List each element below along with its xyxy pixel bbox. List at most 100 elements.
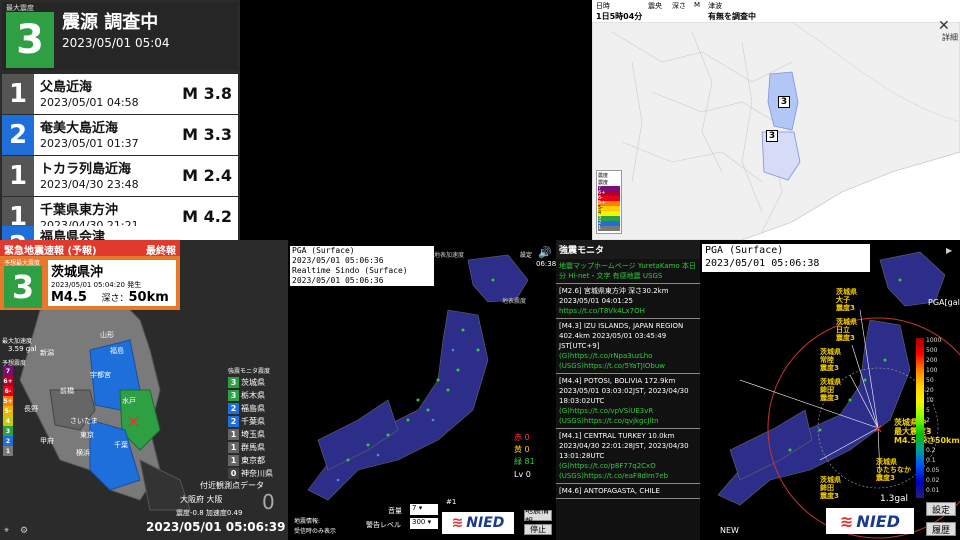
header-epicenter-label: 震央 bbox=[648, 2, 662, 10]
city-label: 横浜 bbox=[76, 449, 90, 457]
city-label: 宇都宮 bbox=[90, 371, 111, 379]
legend-title: 震度 bbox=[598, 180, 609, 186]
station-callout: 茨城県 大子 震度3 bbox=[836, 288, 857, 312]
history-item[interactable]: 2 福島県会津 bbox=[2, 226, 238, 240]
city-label: 新潟 bbox=[40, 349, 54, 357]
play-icon[interactable]: ▶ bbox=[946, 246, 952, 255]
intensity-legend: 震度 震度 7 6+ 6- 5+ 5- 4 3 2 1 bbox=[596, 170, 622, 234]
kyoshin-monitor-panel: PGA (Surface) 2023/05/01 05:06:36 Realti… bbox=[288, 240, 556, 540]
pga-max-value: 1.3gal bbox=[880, 494, 909, 504]
feed-item-link[interactable]: (G)https://t.co/rNpa3uzLho bbox=[559, 351, 697, 361]
feed-item[interactable]: [M4.3] IZU ISLANDS, JAPAN REGION 402.4km… bbox=[556, 319, 700, 374]
pref-intensity: 2 bbox=[228, 402, 239, 414]
history-item[interactable]: 1 父島近海 2023/05/01 04:58 M 3.8 bbox=[2, 74, 238, 114]
history-region: 福島県会津 bbox=[40, 230, 106, 240]
feed-item-link[interactable]: (USGS)https://t.co/eaF8dIm7eb bbox=[559, 471, 697, 481]
map-header: 日時 震央 深さ M 津波 1日5時04分 有無を調査中 bbox=[592, 0, 960, 22]
scale-tick: 100 bbox=[926, 367, 938, 374]
scale-tick: 0.5 bbox=[926, 437, 936, 444]
intensity-marker[interactable]: 3 bbox=[778, 96, 790, 108]
nearby-station-detail: 震度-0.8 加速度0.49 bbox=[176, 509, 243, 517]
stop-button[interactable]: 停止 bbox=[524, 524, 552, 535]
svg-text:✕: ✕ bbox=[873, 422, 883, 436]
scale-tick: 0.2 bbox=[926, 447, 936, 454]
city-label: 山形 bbox=[100, 331, 114, 339]
pga-color-scale bbox=[916, 338, 924, 498]
monitor-sindo-label: Realtime Sindo (Surface) bbox=[292, 266, 408, 275]
eew-summary: 予想最大震度 3 茨城県沖 2023/05/01 05:04:20 発生 M4.… bbox=[0, 256, 180, 310]
earthquake-list-panel: 最大震度 3 震源 調査中 2023/05/01 05:04 1 父島近海 20… bbox=[0, 0, 240, 240]
city-label: 甲府 bbox=[40, 437, 54, 445]
history-magnitude: M 3.8 bbox=[182, 84, 232, 103]
history-magnitude: M 2.4 bbox=[182, 166, 232, 185]
pga-label: PGA (Surface) bbox=[705, 245, 784, 256]
location-icon[interactable]: ⌖ bbox=[4, 526, 9, 536]
history-intensity: 1 bbox=[2, 156, 34, 196]
count-yellow: 黄 0 bbox=[514, 445, 530, 454]
feed-item-link[interactable]: (USGS)https://t.co/5YaTJIObuw bbox=[559, 361, 697, 371]
pref-name: 茨城県 bbox=[241, 377, 265, 387]
city-label: さいたま bbox=[70, 417, 98, 425]
history-item[interactable]: 1 トカラ列島近海 2023/04/30 23:48 M 2.4 bbox=[2, 156, 238, 196]
scale-level: 3 bbox=[3, 426, 13, 436]
alert-level-select[interactable]: 300 ▾ bbox=[410, 518, 438, 529]
speaker-icon[interactable]: 🔊 bbox=[538, 246, 552, 259]
pref-name: 福島県 bbox=[241, 403, 265, 413]
feed-item[interactable]: [M4.4] POTOSI, BOLIVIA 172.9km 2023/05/0… bbox=[556, 374, 700, 429]
volume-label: 音量 bbox=[388, 507, 402, 515]
station-callout: 茨城県 ひたちなか 震度3 bbox=[876, 458, 911, 482]
volume-select[interactable]: 7 ▾ bbox=[410, 504, 438, 515]
eew-panel: 緊急地震速報 (予報) 最終報 予想最大震度 3 茨城県沖 2023/05/01… bbox=[0, 240, 288, 540]
pga-scale-unit: PGA[gal] bbox=[928, 298, 960, 307]
scale-tick: 0.02 bbox=[926, 477, 940, 484]
latest-quake-card[interactable]: 最大震度 3 震源 調査中 2023/05/01 05:04 bbox=[2, 2, 238, 70]
history-region: 奄美大島近海 bbox=[40, 121, 119, 136]
monitor-setting-button[interactable]: 設定 bbox=[520, 250, 532, 259]
feed-item-link[interactable]: https://t.co/T8Vk4Lx7OH bbox=[559, 306, 697, 316]
pref-name: 栃木県 bbox=[241, 390, 265, 400]
nearby-station-location: 大阪府 大阪 bbox=[180, 495, 223, 504]
history-button[interactable]: 履歴 bbox=[926, 522, 956, 536]
nied-logo: ≋ NIED bbox=[442, 512, 514, 534]
volume-value: 7 bbox=[412, 504, 417, 512]
city-label: 東京 bbox=[80, 431, 94, 439]
city-label: 水戸 bbox=[122, 397, 136, 405]
intensity-marker[interactable]: 3 bbox=[766, 130, 778, 142]
pref-name: 神奈川県 bbox=[241, 468, 273, 478]
scale-tick: 10 bbox=[926, 397, 934, 404]
settings-button[interactable]: 設定 bbox=[926, 502, 956, 516]
predicted-intensity-scale: 7 6+ 6- 5+ 5- 4 3 2 1 bbox=[3, 366, 13, 456]
history-intensity: 2 bbox=[2, 226, 34, 240]
nied-logo-text: NIED bbox=[466, 515, 505, 531]
feed-item-link[interactable]: (G)https://t.co/vpVSiUE3vR bbox=[559, 406, 697, 416]
feed-item[interactable]: [M4.6] ANTOFAGASTA, CHILE bbox=[556, 484, 700, 499]
feed-links[interactable]: 地震マップホームページ YuretaKamo 本日分 Hi-net・文字 有感地… bbox=[556, 259, 700, 284]
scale-level: 4 bbox=[3, 416, 13, 426]
history-time: 2023/05/01 01:37 bbox=[40, 137, 139, 150]
feed-item-link[interactable]: (USGS)https://t.co/qvjkgcJltn bbox=[559, 416, 697, 426]
history-item[interactable]: 2 奄美大島近海 2023/05/01 01:37 M 3.3 bbox=[2, 115, 238, 155]
feed-item[interactable]: [M2.6] 宮城県東方沖 深さ30.2km 2023/05/01 04:01:… bbox=[556, 284, 700, 319]
scale-level: 6+ bbox=[3, 376, 13, 386]
pref-name: 埼玉県 bbox=[241, 429, 265, 439]
pga-time: 2023/05/01 05:06:38 bbox=[705, 258, 820, 269]
pref-name: 群馬県 bbox=[241, 442, 265, 452]
eew-time: 2023/05/01 05:04:20 bbox=[51, 281, 126, 289]
eew-detail: 茨城県沖 2023/05/01 05:04:20 発生 M4.5 深さ：50km bbox=[48, 260, 176, 306]
pref-intensity: 0 bbox=[228, 467, 239, 479]
pref-intensity: 1 bbox=[228, 454, 239, 466]
header-tsunami: 有無を調査中 bbox=[708, 12, 756, 21]
gear-icon[interactable]: ⚙ bbox=[20, 526, 28, 536]
detail-link[interactable]: 詳細 bbox=[942, 32, 958, 43]
eew-final-label: 最終報 bbox=[146, 246, 176, 257]
feed-item[interactable]: [M4.1] CENTRAL TURKEY 10.0km 2023/04/30 … bbox=[556, 429, 700, 484]
pref-name: 千葉県 bbox=[241, 416, 265, 426]
pga-map-panel: ✕ PGA (Surface) 2023/05/01 05:06:38 ▶ 茨城… bbox=[700, 240, 960, 540]
feed-item-link[interactable]: (G)https://t.co/p8F77q2CxO bbox=[559, 461, 697, 471]
monitor-pga-time: 2023/05/01 05:06:36 bbox=[292, 256, 384, 265]
new-label: NEW bbox=[720, 526, 739, 535]
monitor-sindo-time: 2023/05/01 05:06:36 bbox=[292, 276, 384, 285]
pref-intensity: 1 bbox=[228, 428, 239, 440]
eq-info-button[interactable]: 地震情報 bbox=[524, 506, 552, 526]
scale-level: 1 bbox=[3, 446, 13, 456]
